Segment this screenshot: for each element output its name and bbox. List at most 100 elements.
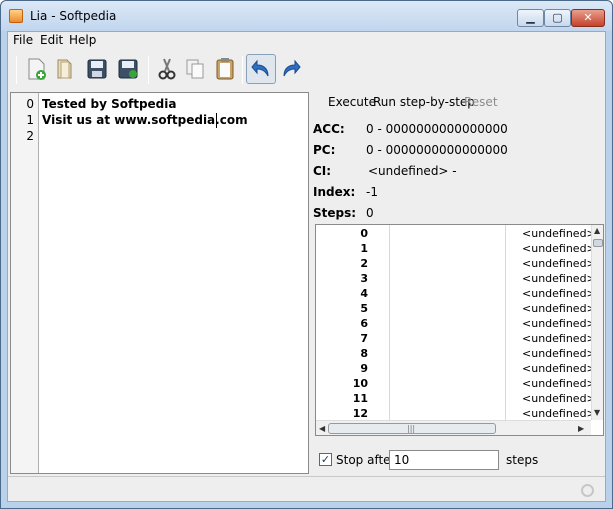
run-step-button[interactable]: Run step-by-step <box>373 95 475 109</box>
memory-row-address: 1 <box>360 242 368 255</box>
memory-address-column <box>316 225 390 420</box>
memory-row-value[interactable]: <undefined> <box>522 392 596 405</box>
steps-value: 0 <box>366 206 374 220</box>
memory-row-address: 4 <box>360 287 368 300</box>
memory-row-address: 5 <box>360 302 368 315</box>
cut-icon <box>158 58 176 80</box>
line-number: 0 <box>26 97 34 111</box>
memory-row-address: 12 <box>352 407 368 420</box>
undo-icon <box>251 59 269 77</box>
window-title: Lia - Softpedia <box>30 9 117 23</box>
ci-label: CI: <box>313 164 332 178</box>
memory-row-address: 7 <box>360 332 368 345</box>
close-button[interactable]: ✕ <box>571 9 605 27</box>
minimize-icon: ▁ <box>526 11 535 24</box>
steps-label: Steps: <box>313 206 357 220</box>
scroll-up-icon[interactable]: ▲ <box>594 227 600 235</box>
paste-button[interactable] <box>212 54 238 84</box>
paste-icon <box>216 58 234 80</box>
horizontal-scroll-thumb[interactable]: ||| <box>328 423 496 434</box>
memory-row-address: 6 <box>360 317 368 330</box>
memory-row-value[interactable]: <undefined> <box>522 302 596 315</box>
menu-bar: File Edit Help <box>8 32 605 49</box>
open-file-icon <box>57 59 72 79</box>
app-window: Lia - Softpedia ▁ ▢ ✕ File Edit Help 0 1… <box>0 0 613 509</box>
memory-row-value[interactable]: <undefined> <box>522 257 596 270</box>
memory-row-value[interactable]: <undefined> <box>522 242 596 255</box>
redo-icon <box>283 59 301 77</box>
steps-input[interactable] <box>389 450 499 470</box>
memory-row-value[interactable]: <undefined> <box>522 362 596 375</box>
menu-edit[interactable]: Edit <box>40 33 63 47</box>
toolbar-separator <box>242 56 243 84</box>
menu-help[interactable]: Help <box>69 33 96 47</box>
menu-file[interactable]: File <box>13 33 33 47</box>
scroll-left-icon[interactable]: ◀ <box>319 425 325 433</box>
memory-row-value[interactable]: <undefined> <box>522 317 596 330</box>
client-area: File Edit Help 0 1 2 Tested by Softpedia… <box>7 31 606 502</box>
pc-label: PC: <box>313 143 336 157</box>
scroll-right-icon[interactable]: ▶ <box>578 425 584 433</box>
java-app-icon <box>9 9 23 23</box>
memory-row-address: 2 <box>360 257 368 270</box>
busy-indicator-icon <box>581 484 594 497</box>
status-bar <box>8 476 605 501</box>
maximize-button[interactable]: ▢ <box>544 9 571 27</box>
save-as-icon <box>118 59 138 79</box>
toolbar <box>8 50 605 90</box>
undo-button[interactable] <box>246 54 276 84</box>
save-as-button[interactable] <box>115 54 141 84</box>
code-editor[interactable]: 0 1 2 Tested by Softpedia Visit us at ww… <box>10 92 309 474</box>
vertical-scrollbar[interactable]: ▲ ▼ <box>591 225 603 420</box>
pc-value: 0 - 0000000000000000 <box>366 143 508 157</box>
horizontal-scrollbar[interactable]: ◀ ||| ▶ <box>316 420 591 435</box>
vertical-scroll-thumb[interactable] <box>593 239 603 247</box>
open-file-button[interactable] <box>52 54 78 84</box>
grip-icon: ||| <box>407 424 416 433</box>
memory-row-address: 9 <box>360 362 368 375</box>
memory-row-value[interactable]: <undefined> <box>522 272 596 285</box>
stop-after-label: Stop after <box>336 453 396 467</box>
redo-button[interactable] <box>278 54 304 84</box>
minimize-button[interactable]: ▁ <box>517 9 544 27</box>
execution-panel: Execute Run step-by-step Reset ACC: 0 - … <box>313 92 605 474</box>
index-value: -1 <box>366 185 378 199</box>
memory-row-value[interactable]: <undefined> <box>522 377 596 390</box>
memory-row-value[interactable]: <undefined> <box>522 347 596 360</box>
maximize-icon: ▢ <box>552 11 563 24</box>
code-line[interactable]: Tested by Softpedia <box>42 97 176 111</box>
memory-table[interactable]: 0 <undefined> 1 <undefined> 2 <undefined> 3 <un… <box>315 224 604 436</box>
new-file-button[interactable] <box>24 54 50 84</box>
reset-button[interactable]: Reset <box>464 95 498 109</box>
memory-row-address: 8 <box>360 347 368 360</box>
memory-row-address: 0 <box>360 227 368 240</box>
line-number: 2 <box>26 129 34 143</box>
title-bar[interactable]: Lia - Softpedia ▁ ▢ ✕ <box>1 1 612 31</box>
memory-row-value[interactable]: <undefined> <box>522 332 596 345</box>
toolbar-separator <box>16 56 17 84</box>
acc-label: ACC: <box>313 122 345 136</box>
stop-after-checkbox[interactable]: ✓ <box>319 453 332 466</box>
text-caret <box>216 113 217 128</box>
stop-after-row: ✓ Stop after steps <box>319 450 603 472</box>
memory-data-column <box>390 225 506 420</box>
steps-suffix: steps <box>506 453 539 467</box>
line-number: 1 <box>26 113 34 127</box>
save-icon <box>87 59 107 79</box>
copy-button[interactable] <box>182 54 208 84</box>
execute-button[interactable]: Execute <box>328 95 376 109</box>
toolbar-separator <box>148 56 149 84</box>
close-icon: ✕ <box>583 11 593 24</box>
memory-row-value[interactable]: <undefined> <box>522 287 596 300</box>
memory-row-address: 3 <box>360 272 368 285</box>
new-file-icon <box>28 58 46 80</box>
memory-row-value[interactable]: <undefined> <box>522 227 596 240</box>
memory-row-address: 10 <box>352 377 368 390</box>
ci-value: <undefined> - <box>368 164 457 178</box>
scroll-down-icon[interactable]: ▼ <box>594 409 600 417</box>
save-button[interactable] <box>84 54 110 84</box>
acc-value: 0 - 0000000000000000 <box>366 122 508 136</box>
memory-row-value[interactable]: <undefined> <box>522 407 596 420</box>
cut-button[interactable] <box>154 54 180 84</box>
copy-icon <box>186 59 204 79</box>
